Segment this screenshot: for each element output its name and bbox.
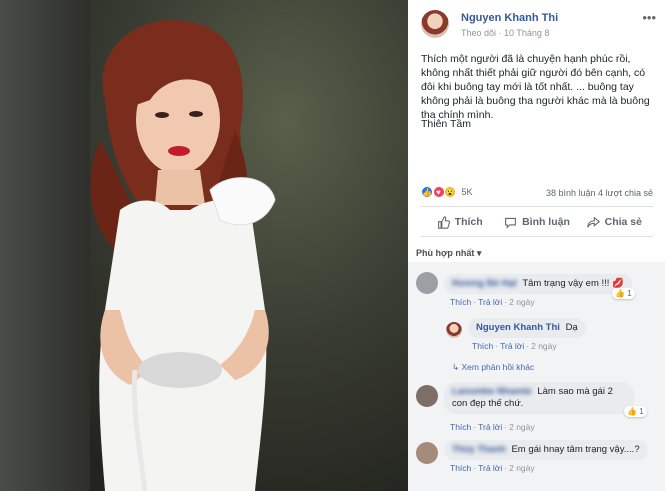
divider <box>421 206 653 207</box>
comment-reaction-count: 1 <box>639 407 644 416</box>
comment-item: Hương Bé Hạt Tâm trạng vậy em !!! 💋 👍 1 … <box>416 272 656 316</box>
comment-text: Em gái hnay tâm trạng vậy....? <box>511 444 640 455</box>
comment-actions: Thích · Trả lời · 2 ngày <box>450 297 535 307</box>
comment-time[interactable]: 2 ngày <box>531 341 557 351</box>
post-photo <box>90 19 276 491</box>
commenter-name[interactable]: Lanumbe Nhamte <box>452 386 532 398</box>
engagement-stats: 38 bình luận 4 lượt chia sẻ <box>546 188 653 198</box>
view-more-replies-link[interactable]: ↳ Xem phản hồi khác <box>452 362 534 373</box>
comment-bubble: Lanumbe Nhamte Làm sao mà gái 2 con đẹp … <box>444 382 634 414</box>
commenter-avatar[interactable] <box>416 385 438 407</box>
thumbs-up-icon <box>437 215 450 229</box>
comment-actions: Thích · Trả lời · 2 ngày <box>472 341 557 351</box>
divider <box>421 236 653 237</box>
comment-time[interactable]: 2 ngày <box>509 297 535 307</box>
comment-reaction-badge[interactable]: 👍 1 <box>624 406 647 417</box>
share-button[interactable]: Chia sẻ <box>576 209 653 235</box>
comment-bubble: Thùy Thanh Em gái hnay tâm trạng vậy....… <box>444 440 648 460</box>
comment-text: Dạ <box>565 322 578 333</box>
comments-section: Hương Bé Hạt Tâm trạng vậy em !!! 💋 👍 1 … <box>408 262 665 491</box>
comment-reply-link[interactable]: Trả lời <box>500 341 524 351</box>
comment-reply-link[interactable]: Trả lời <box>478 297 502 307</box>
follow-link[interactable]: Theo dõi <box>461 28 496 38</box>
share-icon <box>586 215 600 228</box>
share-label: Chia sẻ <box>604 216 642 228</box>
comment-reply-link[interactable]: Trả lời <box>478 422 502 432</box>
photo-viewer[interactable] <box>0 0 408 491</box>
post-actions: Thích Bình luận Chia sẻ <box>421 209 653 235</box>
comment-bubble: Hương Bé Hạt Tâm trạng vậy em !!! 💋 <box>444 274 632 294</box>
comment-time[interactable]: 2 ngày <box>509 422 535 432</box>
comment-item: Lanumbe Nhamte Làm sao mà gái 2 con đẹp … <box>416 382 661 442</box>
comment-item: Thùy Thanh Em gái hnay tâm trạng vậy....… <box>416 440 661 488</box>
comment-sort-dropdown[interactable]: Phù hợp nhất ▾ <box>416 248 481 259</box>
comment-like-link[interactable]: Thích <box>450 297 471 307</box>
author-avatar[interactable] <box>421 10 449 38</box>
reaction-count: 5K <box>461 187 473 197</box>
comment-actions: Thích · Trả lời · 2 ngày <box>450 463 535 473</box>
like-reaction-icon: 👍 <box>421 186 433 198</box>
reply-item: Nguyen Khanh Thi Dạ Thích · Trả lời · 2 ngày <box>446 318 656 362</box>
reply-avatar[interactable] <box>446 322 462 338</box>
comment-bubble: Nguyen Khanh Thi Dạ <box>468 318 586 338</box>
comment-reaction-count: 1 <box>627 289 632 298</box>
comment-time[interactable]: 2 ngày <box>509 463 535 473</box>
comment-text: Tâm trạng vậy em !!! <box>522 278 610 289</box>
love-reaction-icon: ♥ <box>432 186 445 198</box>
comment-label: Bình luận <box>522 216 570 228</box>
author-name[interactable]: Nguyen Khanh Thi <box>461 12 558 24</box>
comment-icon <box>505 217 516 229</box>
comment-count[interactable]: 38 bình luận <box>546 188 596 198</box>
post-date[interactable]: 10 Tháng 8 <box>504 28 549 38</box>
like-label: Thích <box>454 216 483 228</box>
reaction-summary[interactable]: 👍 ♥ 😮 5K 38 bình luận 4 lượt chia sẻ <box>421 186 653 202</box>
comment-like-link[interactable]: Thích <box>450 463 471 473</box>
more-options-icon[interactable]: ••• <box>642 10 656 25</box>
comment-like-link[interactable]: Thích <box>450 422 471 432</box>
commenter-name[interactable]: Thùy Thanh <box>452 444 506 456</box>
post-panel: Nguyen Khanh Thi Theo dõi · 10 Tháng 8 •… <box>408 0 665 491</box>
like-button[interactable]: Thích <box>421 209 498 235</box>
commenter-name[interactable]: Nguyen Khanh Thi <box>476 322 560 333</box>
comment-actions: Thích · Trả lời · 2 ngày <box>450 422 535 432</box>
post-meta: Theo dõi · 10 Tháng 8 <box>461 28 550 38</box>
commenter-avatar[interactable] <box>416 442 438 464</box>
commenter-name[interactable]: Hương Bé Hạt <box>452 278 517 290</box>
post-caption: Thích một người đã là chuyện hạnh phúc r… <box>421 53 650 121</box>
share-count[interactable]: 4 lượt chia sẻ <box>598 188 653 198</box>
comment-reply-link[interactable]: Trả lời <box>478 463 502 473</box>
comment-button[interactable]: Bình luận <box>498 209 575 235</box>
post-header: Nguyen Khanh Thi Theo dõi · 10 Tháng 8 •… <box>421 10 656 40</box>
view-more-replies-label: Xem phản hồi khác <box>461 362 535 372</box>
post-signature: Thiên Tầm <box>421 118 471 130</box>
commenter-avatar[interactable] <box>416 272 438 294</box>
comment-reaction-badge[interactable]: 👍 1 <box>612 288 635 299</box>
comment-like-link[interactable]: Thích <box>472 341 493 351</box>
wow-reaction-icon: 😮 <box>444 186 457 198</box>
